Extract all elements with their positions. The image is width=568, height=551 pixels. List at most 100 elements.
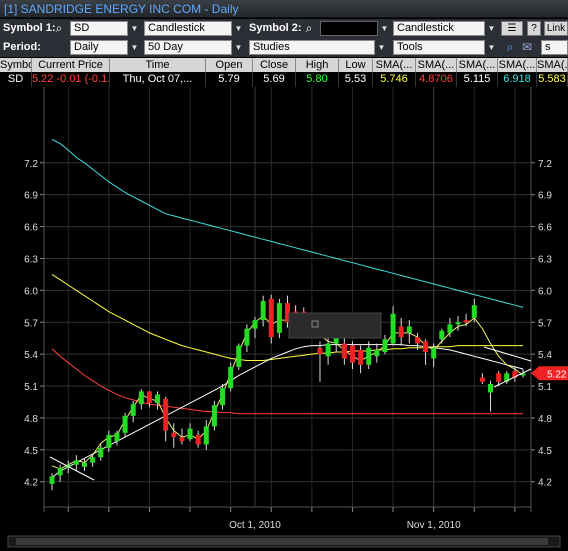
- scrollbar-thumb[interactable]: [16, 538, 548, 545]
- candle-body[interactable]: [49, 476, 55, 484]
- symbol1-search-icon[interactable]: ⌕: [52, 20, 66, 36]
- candle-body[interactable]: [130, 404, 136, 416]
- candle-body[interactable]: [138, 391, 144, 405]
- candle-body[interactable]: [90, 457, 96, 463]
- candle-body[interactable]: [57, 467, 63, 476]
- candle-body[interactable]: [228, 366, 234, 389]
- chart-type2-select[interactable]: Candlestick: [393, 21, 485, 36]
- tools-select[interactable]: Tools: [393, 40, 485, 55]
- symbol2-dropdown-icon[interactable]: ▼: [378, 21, 391, 36]
- candle-body[interactable]: [463, 320, 469, 323]
- y-axis-label-left: 6.3: [24, 254, 38, 265]
- chat-icon[interactable]: ✉: [520, 39, 534, 55]
- quote-header-cell[interactable]: Current Price: [32, 58, 110, 72]
- candle-body[interactable]: [447, 324, 453, 333]
- candle-body[interactable]: [195, 434, 201, 445]
- candle-body[interactable]: [236, 345, 242, 367]
- candle-body[interactable]: [325, 343, 331, 357]
- candle-body[interactable]: [122, 415, 128, 433]
- candle-body[interactable]: [276, 303, 282, 333]
- y-axis-label-right: 5.1: [538, 382, 552, 393]
- candle-body[interactable]: [398, 326, 404, 338]
- studies-dropdown-icon[interactable]: ▼: [375, 40, 388, 55]
- tools-dropdown-icon[interactable]: ▼: [485, 40, 498, 55]
- quote-header-cell[interactable]: SMA(...: [537, 58, 568, 72]
- chart-type1-dropdown-icon[interactable]: ▼: [232, 21, 245, 36]
- candle-body[interactable]: [260, 300, 266, 321]
- help-button[interactable]: ?: [527, 21, 541, 36]
- quote-value-cell: 5.80: [296, 72, 339, 87]
- quote-header-cell[interactable]: SMA(...: [457, 58, 498, 72]
- period-toolbar: Period: Daily ▼ 50 Day ▼ Studies ▼ Tools…: [0, 38, 568, 57]
- candle-body[interactable]: [203, 426, 209, 445]
- candle-body[interactable]: [187, 428, 193, 440]
- candle-body[interactable]: [220, 388, 226, 406]
- quote-header-cell[interactable]: SMA(...: [373, 58, 416, 72]
- quote-header-cell[interactable]: Low: [339, 58, 373, 72]
- chart-type1-select[interactable]: Candlestick: [144, 21, 232, 36]
- symbol1-input[interactable]: SD: [70, 21, 128, 36]
- period-dropdown-icon[interactable]: ▼: [128, 40, 141, 55]
- zoom-icon[interactable]: ⌕: [503, 39, 517, 55]
- candle-body[interactable]: [496, 373, 502, 382]
- candle-body[interactable]: [341, 343, 347, 359]
- candle-body[interactable]: [390, 313, 396, 344]
- candle-body[interactable]: [73, 460, 79, 465]
- candle-body[interactable]: [414, 337, 420, 344]
- candle-body[interactable]: [374, 349, 380, 357]
- y-axis-label-left: 4.2: [24, 478, 38, 489]
- quote-value-cell: Thu, Oct 07,...: [110, 72, 206, 87]
- y-axis-label-left: 6.9: [24, 191, 38, 202]
- y-axis-label-right: 4.2: [538, 478, 552, 489]
- quote-header-cell[interactable]: Time: [110, 58, 206, 72]
- menu-icon[interactable]: ☰: [501, 21, 523, 36]
- candle-body[interactable]: [431, 347, 437, 359]
- candle-body[interactable]: [252, 320, 258, 329]
- candle-body[interactable]: [382, 339, 388, 353]
- period-select[interactable]: Daily: [70, 40, 128, 55]
- candle-body[interactable]: [171, 432, 177, 438]
- quote-value-cell: 5.53: [339, 72, 373, 87]
- price-chart[interactable]: 5.22 7.2 7.2 6.9 6.9 6.6 6.6 6.3 6.3 6.0 6.0 5.7 5.…: [0, 87, 568, 551]
- candle-body[interactable]: [98, 447, 104, 458]
- candle-body[interactable]: [455, 322, 461, 325]
- quote-header-cell[interactable]: Close: [253, 58, 296, 72]
- quote-header-cell[interactable]: Symbol: [0, 58, 32, 72]
- quote-header-cell[interactable]: High: [296, 58, 339, 72]
- candle-body[interactable]: [81, 462, 87, 467]
- candle-body[interactable]: [155, 394, 161, 404]
- range-select[interactable]: 50 Day: [144, 40, 232, 55]
- link-button[interactable]: Link: [544, 21, 568, 36]
- quote-header-cell[interactable]: SMA(...: [498, 58, 537, 72]
- chart-type2-dropdown-icon[interactable]: ▼: [485, 21, 498, 36]
- candle-body[interactable]: [488, 383, 494, 393]
- range-dropdown-icon[interactable]: ▼: [232, 40, 245, 55]
- y-axis-label-left: 5.4: [24, 350, 38, 361]
- candle-body[interactable]: [179, 437, 185, 442]
- candle-body[interactable]: [349, 345, 355, 363]
- candle-body[interactable]: [114, 432, 120, 442]
- quote-header-cell[interactable]: SMA(...: [416, 58, 457, 72]
- candle-body[interactable]: [146, 391, 152, 404]
- symbol1-dropdown-icon[interactable]: ▼: [128, 21, 141, 36]
- candle-body[interactable]: [439, 330, 445, 340]
- quote-value-cell: 5.22 -0.01 (-0.1...: [32, 72, 110, 87]
- y-axis-label-right: 6.0: [538, 286, 552, 297]
- candle-body[interactable]: [163, 398, 169, 431]
- zoom-select[interactable]: s: [541, 40, 568, 55]
- candle-body[interactable]: [211, 405, 217, 427]
- candle-body[interactable]: [423, 341, 429, 353]
- candle-body[interactable]: [106, 434, 112, 448]
- candle-body[interactable]: [358, 349, 364, 365]
- candle-body[interactable]: [366, 347, 372, 365]
- candle-body[interactable]: [471, 305, 477, 318]
- quote-header-cell[interactable]: Open: [206, 58, 253, 72]
- candle-body[interactable]: [244, 328, 250, 346]
- candle-body[interactable]: [479, 377, 485, 382]
- symbol2-input[interactable]: [320, 21, 378, 36]
- studies-select[interactable]: Studies: [249, 40, 375, 55]
- symbol2-search-icon[interactable]: ⌕: [302, 20, 316, 36]
- candle-body[interactable]: [406, 326, 412, 333]
- candle-body[interactable]: [268, 298, 274, 338]
- candle-body[interactable]: [317, 347, 323, 355]
